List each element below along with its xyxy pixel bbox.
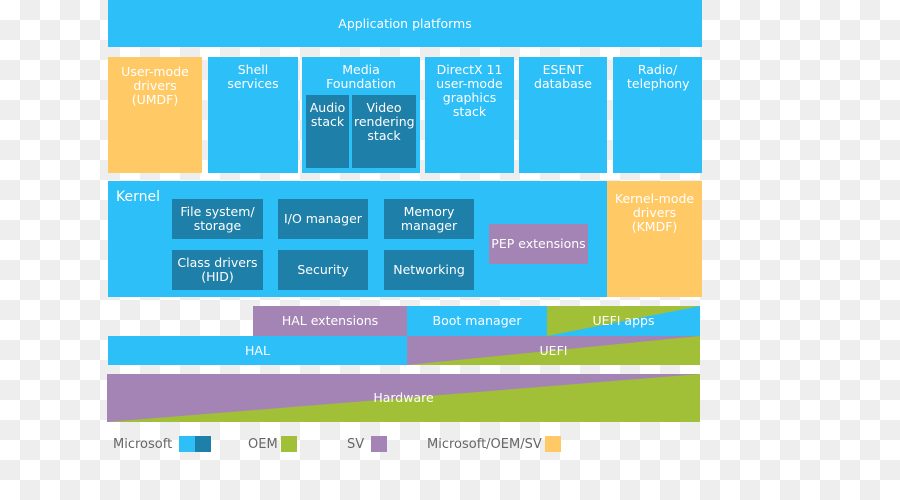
audio-stack-box: Audio stack <box>306 95 349 168</box>
legend-microsoft-oem-sv: Microsoft/OEM/SV <box>427 436 561 452</box>
swatch <box>280 436 297 452</box>
class-drivers-box: Class drivers (HID) <box>172 250 263 290</box>
video-rendering-stack-box: Video rendering stack <box>352 95 416 168</box>
pep-extensions-box: PEP extensions <box>489 224 588 264</box>
shell-services-box: Shell services <box>208 57 298 173</box>
boot-manager-box: Boot manager <box>407 306 547 336</box>
legend-oem: OEM <box>248 436 297 452</box>
memory-manager-box: Memory manager <box>384 199 474 239</box>
swatch <box>195 436 212 452</box>
radio-telephony-box: Radio/ telephony <box>613 57 702 173</box>
uefi-box: UEFI <box>407 336 700 365</box>
esent-box: ESENT database <box>519 57 607 173</box>
hal-box: HAL <box>108 336 407 365</box>
directx-box: DirectX 11 user-mode graphics stack <box>425 57 514 173</box>
legend-sv: SV <box>347 436 388 452</box>
io-manager-box: I/O manager <box>278 199 368 239</box>
kmdf-box: Kernel-mode drivers (KMDF) <box>607 181 702 297</box>
application-platforms: Application platforms <box>108 0 702 47</box>
networking-box: Networking <box>384 250 474 290</box>
file-system-box: File system/ storage <box>172 199 263 239</box>
security-box: Security <box>278 250 368 290</box>
legend-microsoft: Microsoft <box>113 436 212 452</box>
hardware-box: Hardware <box>107 374 700 422</box>
swatch <box>179 436 196 452</box>
swatch <box>371 436 388 452</box>
hal-extensions-box: HAL extensions <box>253 306 407 336</box>
swatch <box>544 436 561 452</box>
uefi-apps-box: UEFI apps <box>547 306 700 336</box>
umdf-box: User-mode drivers (UMDF) <box>108 57 202 173</box>
